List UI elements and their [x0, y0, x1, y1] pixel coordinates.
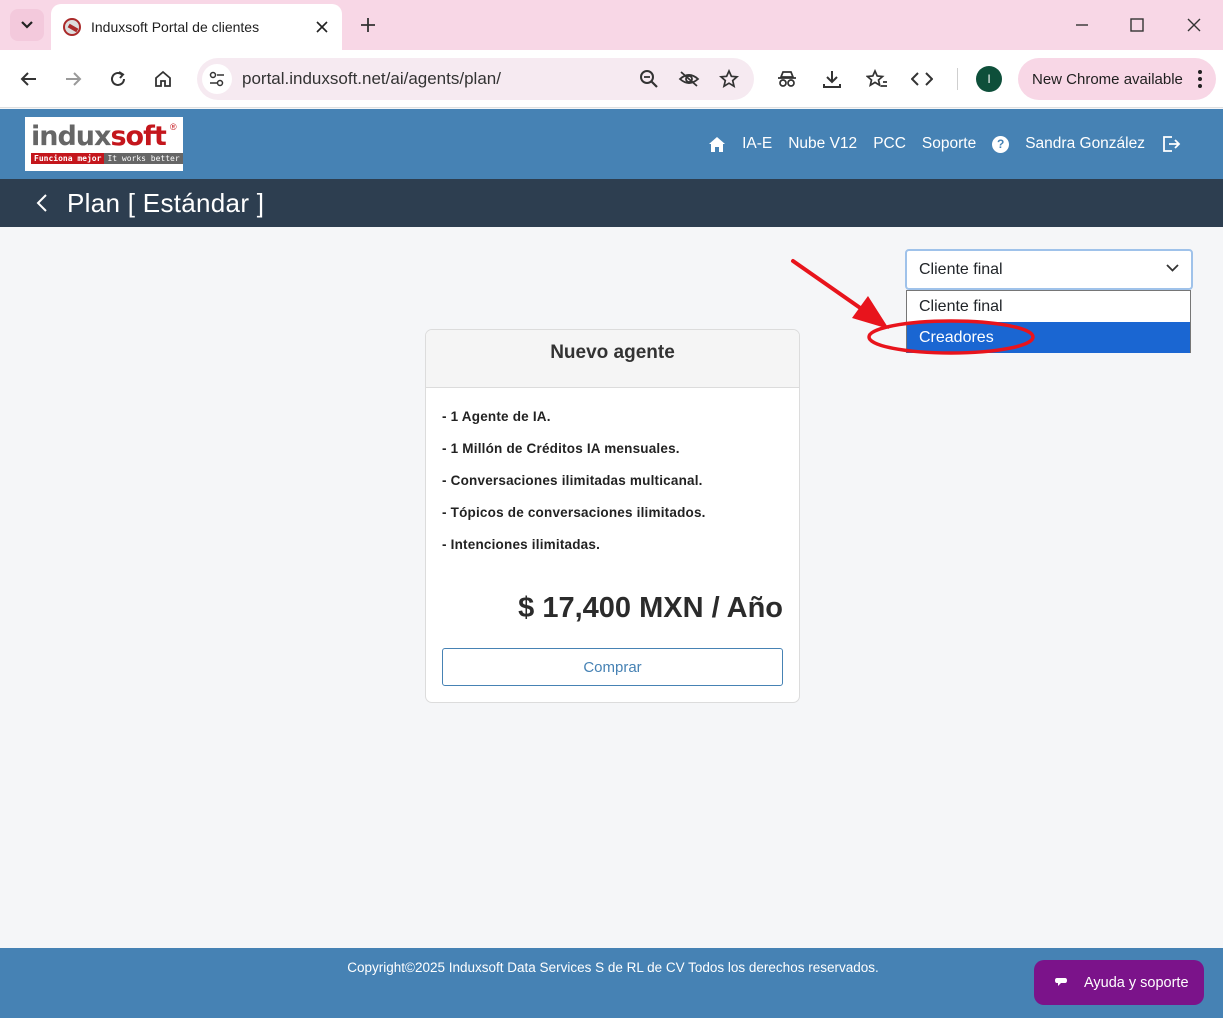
close-window-button[interactable] — [1174, 10, 1214, 40]
reload-icon — [111, 71, 125, 86]
tab-title: Induxsoft Portal de clientes — [91, 19, 260, 35]
logout-icon — [1163, 136, 1181, 152]
bookmark-button[interactable] — [714, 64, 744, 94]
page-title: Plan [ Estándar ] — [67, 187, 265, 218]
chat-bubble-icon — [1055, 977, 1067, 986]
close-icon — [316, 21, 328, 33]
forward-button[interactable] — [58, 64, 88, 94]
plan-feature: - Tópicos de conversaciones ilimitados. — [442, 505, 706, 520]
star-list-icon — [866, 69, 887, 87]
plan-feature: - 1 Agente de IA. — [442, 409, 551, 424]
page-title-bar: Plan [ Estándar ] — [0, 179, 1223, 227]
more-vert-icon — [1198, 70, 1202, 88]
zoom-out-icon — [640, 70, 658, 88]
devtools-button[interactable] — [907, 64, 937, 94]
nav-user-name[interactable]: Sandra González — [1017, 135, 1153, 153]
nav-home[interactable] — [700, 136, 734, 153]
browser-tab[interactable]: Induxsoft Portal de clientes — [51, 4, 342, 50]
site-header: induxsoft ® Funciona mejor It works bette… — [0, 109, 1223, 179]
logo-wordmark: induxsoft — [31, 121, 167, 152]
site-favicon-icon — [63, 18, 81, 36]
plan-feature: - 1 Millón de Créditos IA mensuales. — [442, 441, 680, 456]
chevron-down-icon — [21, 21, 33, 29]
help-support-label: Ayuda y soporte — [1084, 974, 1189, 991]
incognito-icon — [778, 71, 796, 87]
audience-dropdown-list: Cliente final Creadores — [906, 290, 1191, 353]
induxsoft-logo[interactable]: induxsoft ® Funciona mejor It works bette… — [25, 117, 183, 171]
back-link[interactable] — [36, 192, 52, 214]
code-icon — [911, 72, 933, 86]
zoom-button[interactable] — [634, 64, 664, 94]
url-text: portal.induxsoft.net/ai/agents/plan/ — [242, 69, 501, 88]
logo-tagline: Funciona mejor It works better — [31, 153, 183, 164]
main-nav: IA-E Nube V12 PCC Soporte ? Sandra Gonzá… — [700, 109, 1189, 179]
toolbar-separator — [957, 68, 958, 90]
plan-price: $ 17,400 MXN / Año — [518, 592, 783, 624]
nav-pcc[interactable]: PCC — [865, 135, 914, 153]
download-icon — [823, 71, 841, 88]
chevron-down-icon — [1166, 264, 1179, 272]
tracking-protection-button[interactable] — [674, 64, 704, 94]
chevron-left-icon — [36, 194, 47, 212]
reading-list-button[interactable] — [862, 64, 892, 94]
dropdown-option-cliente-final[interactable]: Cliente final — [907, 291, 1190, 322]
downloads-button[interactable] — [817, 64, 847, 94]
minimize-button[interactable] — [1062, 10, 1102, 40]
arrow-right-icon — [66, 72, 82, 86]
tab-search-button[interactable] — [10, 9, 44, 41]
plan-features: - 1 Agente de IA. - 1 Millón de Créditos… — [426, 388, 799, 569]
minimize-icon — [1076, 24, 1088, 26]
nav-nube-v12[interactable]: Nube V12 — [780, 135, 865, 153]
new-tab-button[interactable] — [354, 10, 382, 40]
nav-soporte[interactable]: Soporte — [914, 135, 984, 153]
incognito-button[interactable] — [772, 64, 802, 94]
help-icon[interactable]: ? — [992, 135, 1010, 153]
home-button[interactable] — [148, 64, 178, 94]
nav-ia-e[interactable]: IA-E — [734, 135, 780, 153]
tab-close-button[interactable] — [310, 15, 334, 39]
plan-card: Nuevo agente - 1 Agente de IA. - 1 Milló… — [425, 329, 800, 703]
maximize-button[interactable] — [1117, 10, 1157, 40]
audience-select[interactable]: Cliente final — [905, 249, 1193, 290]
arrow-left-icon — [20, 72, 36, 86]
annotation-arrow-line — [791, 259, 868, 314]
tune-icon — [209, 71, 224, 87]
chrome-update-button[interactable]: New Chrome available — [1018, 58, 1216, 100]
address-bar[interactable]: portal.induxsoft.net/ai/agents/plan/ — [197, 58, 754, 100]
plus-icon — [361, 18, 375, 32]
chrome-update-label: New Chrome available — [1032, 70, 1183, 88]
plan-feature: - Conversaciones ilimitadas multicanal. — [442, 473, 703, 488]
annotation-arrow-head — [852, 296, 889, 329]
maximize-icon — [1130, 18, 1144, 32]
profile-avatar[interactable]: I — [976, 66, 1002, 92]
back-button[interactable] — [14, 64, 44, 94]
logo-registered-mark: ® — [170, 122, 177, 132]
star-icon — [719, 69, 739, 88]
home-icon — [709, 136, 726, 152]
close-icon — [1187, 18, 1201, 32]
plan-feature: - Intenciones ilimitadas. — [442, 537, 601, 552]
help-support-button[interactable]: Ayuda y soporte — [1034, 960, 1204, 1005]
buy-button[interactable]: Comprar — [442, 648, 783, 686]
logout-button[interactable] — [1153, 135, 1189, 153]
audience-select-value: Cliente final — [919, 260, 1003, 278]
reload-button[interactable] — [103, 64, 133, 94]
home-icon — [155, 70, 171, 87]
browser-tab-strip: Induxsoft Portal de clientes — [0, 0, 1223, 50]
eye-off-icon — [678, 71, 700, 87]
site-info-button[interactable] — [202, 64, 232, 94]
dropdown-option-creadores[interactable]: Creadores — [907, 322, 1190, 353]
plan-card-heading: Nuevo agente — [426, 330, 799, 388]
